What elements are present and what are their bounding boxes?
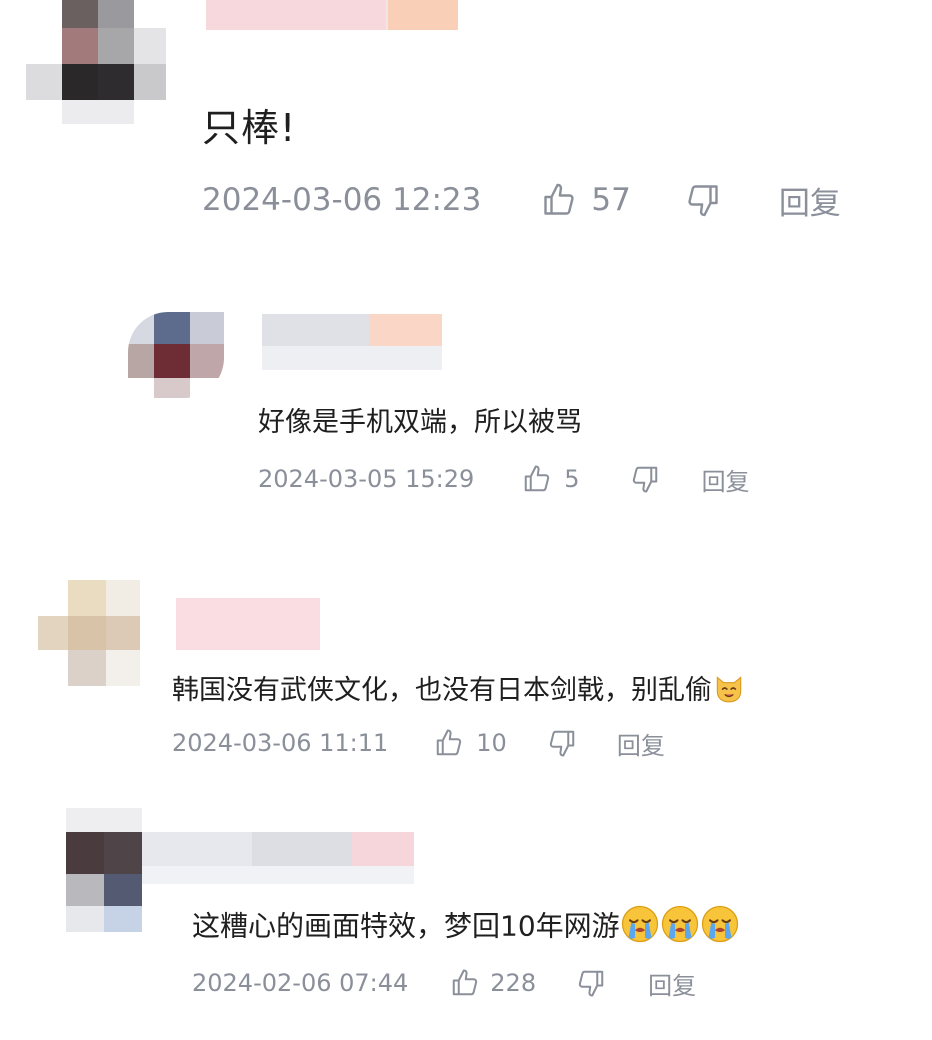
like-count: 228 <box>490 969 537 997</box>
comment-meta: 2024-03-05 15:29 5 回复 <box>258 462 750 496</box>
comment-text: 这糟心的画面特效，梦回10年网游 <box>192 904 740 951</box>
like-button[interactable]: 10 <box>434 728 507 758</box>
username-blurred[interactable] <box>206 0 458 30</box>
like-count: 5 <box>564 465 580 493</box>
comment-meta: 2024-03-06 11:11 10 回复 <box>172 726 665 760</box>
like-button[interactable]: 228 <box>450 968 536 998</box>
thumbs-down-icon[interactable] <box>685 182 721 218</box>
comment-time: 2024-02-06 07:44 <box>192 969 409 997</box>
reply-button[interactable]: 回复 <box>648 966 696 1001</box>
username-blurred[interactable] <box>142 832 414 884</box>
thumbs-down-icon[interactable] <box>630 464 660 494</box>
thumbs-up-icon <box>522 464 552 494</box>
username-blurred[interactable] <box>176 598 320 650</box>
comment-meta: 2024-03-06 12:23 57 回复 <box>202 178 841 222</box>
thumbs-down-icon[interactable] <box>547 728 577 758</box>
avatar[interactable] <box>38 580 140 686</box>
avatar[interactable] <box>66 808 142 932</box>
cat-face-emoji <box>712 671 746 712</box>
crying-face-emoji <box>660 904 700 951</box>
thumbs-down-icon[interactable] <box>576 968 606 998</box>
comment-text-content: 韩国没有武侠文化，也没有日本剑戟，别乱偷 <box>172 675 712 706</box>
crying-face-emoji <box>620 904 660 951</box>
like-count: 10 <box>476 729 507 757</box>
comment-text: 韩国没有武侠文化，也没有日本剑戟，别乱偷 <box>172 668 746 712</box>
like-button[interactable]: 57 <box>541 182 631 218</box>
avatar[interactable] <box>128 312 224 398</box>
thumbs-up-icon <box>434 728 464 758</box>
crying-face-emoji <box>700 904 740 951</box>
avatar[interactable] <box>26 0 166 124</box>
comment-text: 好像是手机双端，所以被骂 <box>258 407 582 438</box>
like-count: 57 <box>591 182 631 218</box>
username-blurred[interactable] <box>262 314 442 370</box>
comment-meta: 2024-02-06 07:44 228 回复 <box>192 966 696 1000</box>
comment-text-content: 这糟心的画面特效，梦回10年网游 <box>192 909 620 943</box>
reply-button[interactable]: 回复 <box>779 178 841 223</box>
comment-time: 2024-03-06 12:23 <box>202 182 482 218</box>
thumbs-up-icon <box>541 182 577 218</box>
comment-feed: 只棒! 2024-03-06 12:23 57 回复 好像是手机双端，所以被骂 … <box>0 0 932 1040</box>
reply-button[interactable]: 回复 <box>617 726 665 761</box>
comment-time: 2024-03-06 11:11 <box>172 729 389 757</box>
like-button[interactable]: 5 <box>522 464 580 494</box>
comment-text: 只棒! <box>202 106 297 150</box>
reply-button[interactable]: 回复 <box>702 462 750 497</box>
thumbs-up-icon <box>450 968 480 998</box>
comment-time: 2024-03-05 15:29 <box>258 465 475 493</box>
